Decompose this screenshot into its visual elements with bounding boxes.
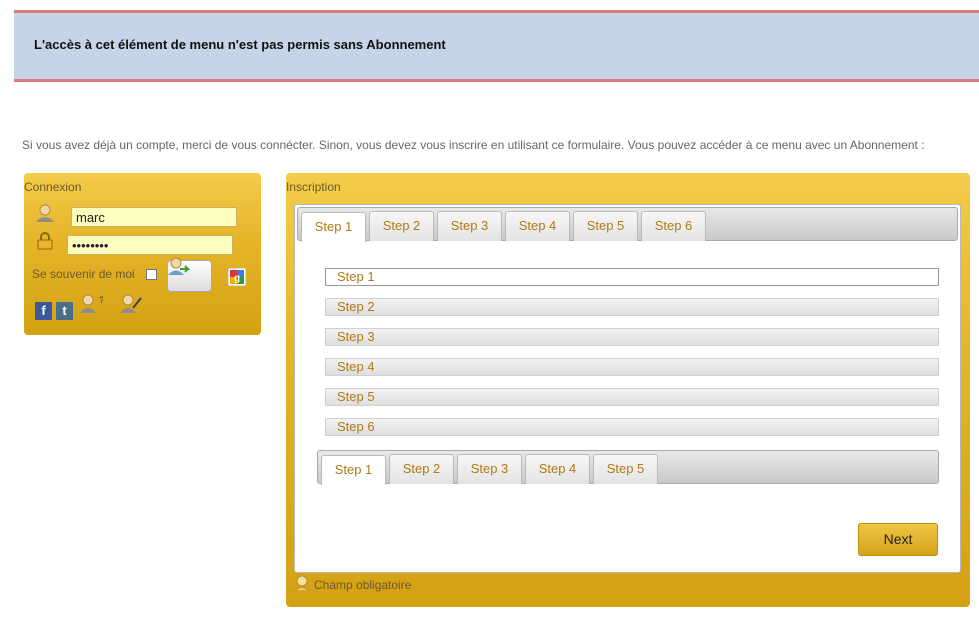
required-label: Champ obligatoire — [314, 578, 412, 592]
top-tab-step-3[interactable]: Step 3 — [437, 211, 502, 241]
login-title: Connexion — [24, 180, 82, 194]
next-button[interactable]: Next — [858, 523, 938, 556]
bottom-tab-step-2[interactable]: Step 2 — [389, 454, 454, 484]
remember-label: Se souvenir de moi — [32, 267, 135, 281]
accordion-step-6[interactable]: Step 6 — [325, 418, 939, 436]
accordion-step-5[interactable]: Step 5 — [325, 388, 939, 406]
accordion-step-4[interactable]: Step 4 — [325, 358, 939, 376]
top-tab-step-2[interactable]: Step 2 — [369, 211, 434, 241]
top-tab-step-4[interactable]: Step 4 — [505, 211, 570, 241]
username-input[interactable] — [71, 207, 237, 227]
bottom-tabs: Step 1 Step 2 Step 3 Step 4 Step 5 — [317, 450, 939, 485]
accordion-step-3[interactable]: Step 3 — [325, 328, 939, 346]
top-tab-step-6[interactable]: Step 6 — [641, 211, 706, 241]
access-notice: L'accès à cet élément de menu n'est pas … — [14, 10, 979, 82]
register-title: Inscription — [286, 180, 341, 194]
facebook-icon[interactable]: f — [35, 302, 52, 320]
twitter-icon[interactable]: t — [56, 302, 73, 320]
svg-text:?: ? — [99, 295, 103, 305]
top-tab-step-1[interactable]: Step 1 — [301, 212, 366, 242]
login-panel: Connexion Se souvenir de moi g f t ? — [24, 173, 261, 335]
bottom-tab-step-3[interactable]: Step 3 — [457, 454, 522, 484]
google-icon[interactable]: g — [228, 268, 246, 286]
top-tabs: Step 1 Step 2 Step 3 Step 4 Step 5 Step … — [297, 207, 958, 242]
remember-checkbox[interactable] — [146, 269, 157, 280]
intro-text: Si vous avez déjà un compte, merci de vo… — [22, 138, 925, 152]
accordion-step-1[interactable]: Step 1 — [325, 268, 939, 286]
svg-text:g: g — [234, 273, 240, 284]
login-button[interactable] — [167, 257, 212, 292]
user-icon — [36, 204, 54, 222]
bottom-tab-step-4[interactable]: Step 4 — [525, 454, 590, 484]
lock-icon — [37, 232, 53, 250]
register-panel: Inscription Step 1 Step 2 Step 3 Step 4 … — [286, 173, 970, 607]
forgot-user-icon[interactable]: ? — [79, 294, 103, 314]
wizard-container: Step 1 Step 2 Step 3 Step 4 Step 5 Step … — [294, 204, 961, 573]
required-icon — [294, 575, 310, 591]
accordion-step-2[interactable]: Step 2 — [325, 298, 939, 316]
bottom-tab-step-1[interactable]: Step 1 — [321, 455, 386, 485]
login-user-icon — [168, 257, 191, 275]
password-input[interactable] — [67, 235, 233, 255]
register-pen-icon[interactable] — [119, 294, 143, 314]
bottom-tab-step-5[interactable]: Step 5 — [593, 454, 658, 484]
notice-text: L'accès à cet élément de menu n'est pas … — [34, 37, 446, 52]
top-tab-step-5[interactable]: Step 5 — [573, 211, 638, 241]
